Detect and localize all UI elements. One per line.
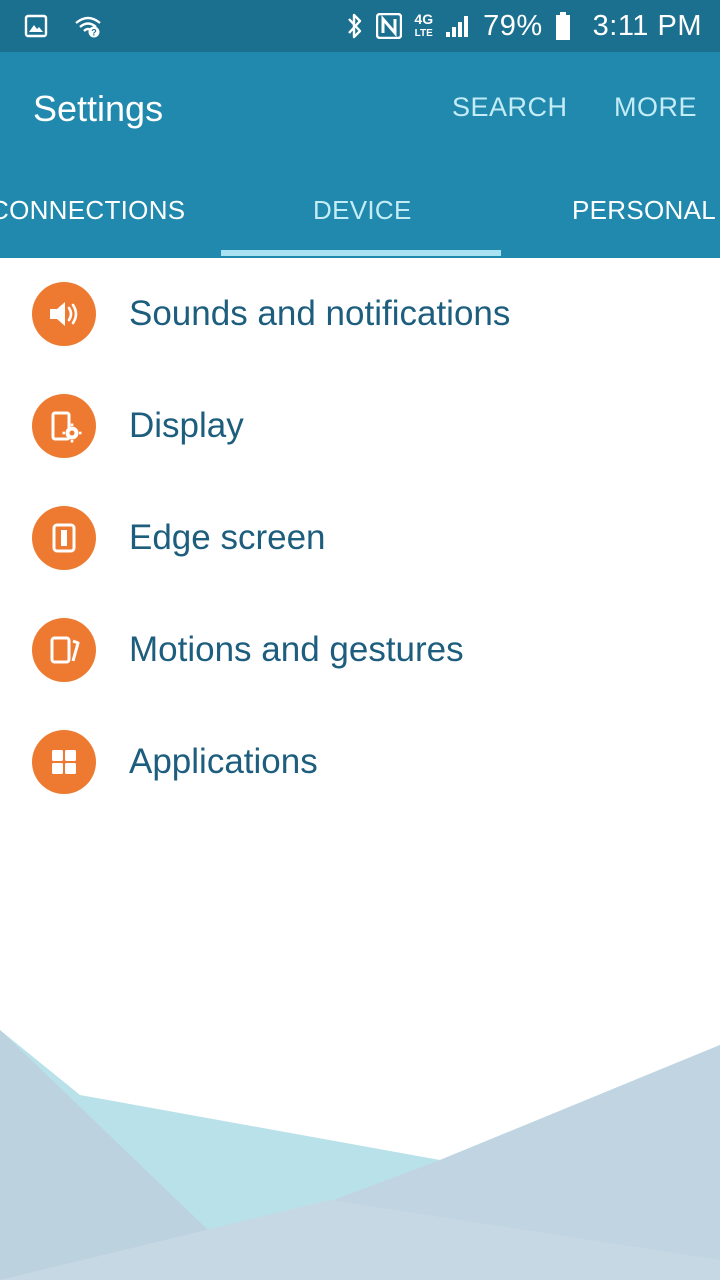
list-item-display[interactable]: Display (0, 370, 720, 482)
wifi-question-icon: ? (74, 14, 102, 38)
list-item-label: Sounds and notifications (129, 294, 511, 333)
settings-screen: ? 4G LTE 79% 3:11 PM Settings SEARCH MOR… (0, 0, 720, 1280)
battery-percentage: 79% (483, 9, 543, 42)
settings-list: Sounds and notifications Display Edge sc… (0, 258, 720, 818)
clock: 3:11 PM (592, 9, 702, 42)
display-settings-icon (32, 394, 96, 458)
list-item-motions-and-gestures[interactable]: Motions and gestures (0, 594, 720, 706)
tab-device[interactable]: DEVICE (313, 195, 412, 226)
search-button[interactable]: SEARCH (452, 92, 568, 123)
gallery-notification-icon (24, 14, 48, 38)
tab-connections[interactable]: CONNECTIONS (0, 195, 185, 226)
battery-icon (555, 11, 571, 41)
list-item-label: Edge screen (129, 518, 326, 557)
list-item-applications[interactable]: Applications (0, 706, 720, 818)
list-item-sounds-and-notifications[interactable]: Sounds and notifications (0, 258, 720, 370)
page-title: Settings (33, 88, 164, 129)
status-bar: ? 4G LTE 79% 3:11 PM (0, 0, 720, 52)
list-item-label: Motions and gestures (129, 630, 464, 669)
list-item-edge-screen[interactable]: Edge screen (0, 482, 720, 594)
tab-selected-indicator (221, 250, 501, 256)
app-bar: Settings SEARCH MORE CONNECTIONS DEVICE … (0, 52, 720, 258)
edge-screen-icon (32, 506, 96, 570)
tab-personal[interactable]: PERSONAL (572, 195, 716, 226)
bluetooth-icon (346, 12, 364, 40)
motion-icon (32, 618, 96, 682)
network-type-icon: 4G LTE (414, 10, 434, 40)
status-right: 4G LTE 79% 3:11 PM (334, 10, 702, 43)
more-button[interactable]: MORE (614, 92, 697, 123)
svg-text:?: ? (91, 28, 97, 38)
speaker-icon (32, 282, 96, 346)
nfc-icon (376, 13, 403, 39)
signal-strength-icon (445, 14, 471, 38)
status-left: ? (24, 14, 128, 38)
network-sub-label: LTE (414, 27, 433, 39)
list-item-label: Display (129, 406, 244, 445)
apps-grid-icon (32, 730, 96, 794)
background-decoration (0, 1030, 720, 1280)
list-item-label: Applications (129, 742, 318, 781)
network-type-label: 4G (414, 10, 434, 27)
